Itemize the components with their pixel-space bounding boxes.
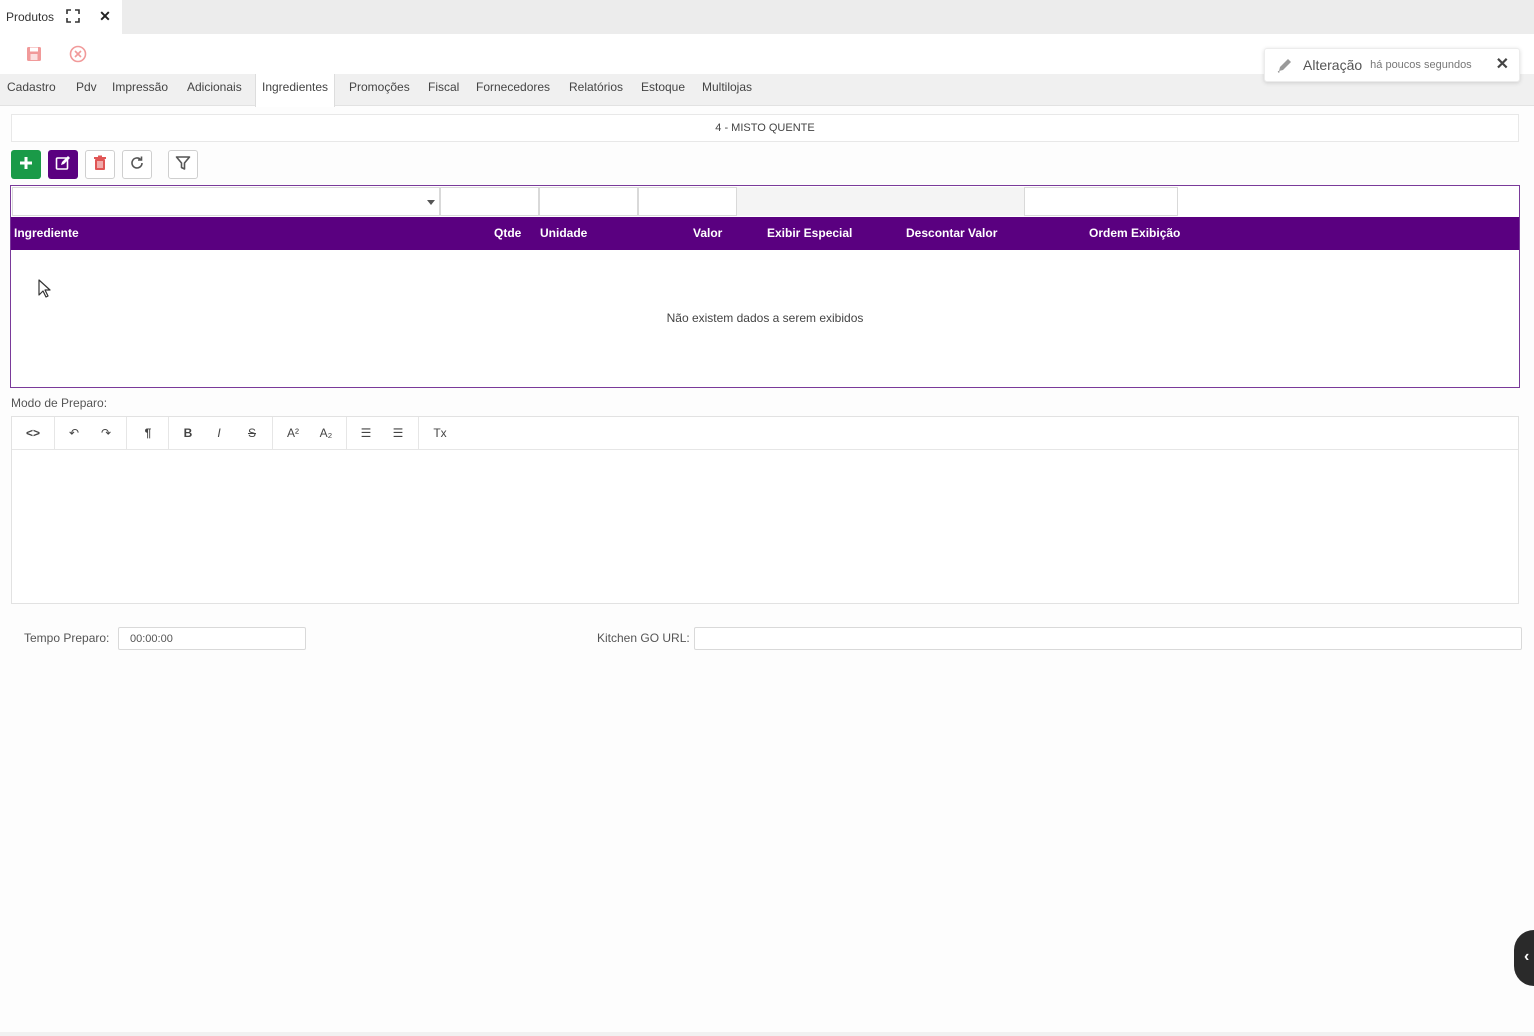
refresh-button[interactable] bbox=[122, 150, 152, 179]
filter-button[interactable] bbox=[168, 150, 198, 179]
superscript-icon[interactable]: A² bbox=[280, 417, 306, 450]
tab-fiscal[interactable]: Fiscal bbox=[422, 74, 465, 106]
window-tab-title: Produtos bbox=[6, 10, 55, 24]
tab-adicionais[interactable]: Adicionais bbox=[181, 74, 248, 106]
filter-qtde-input[interactable] bbox=[440, 187, 539, 216]
notification-time: há poucos segundos bbox=[1370, 59, 1472, 71]
col-header-ingrediente[interactable]: Ingrediente bbox=[14, 217, 79, 250]
filter-unidade-input[interactable] bbox=[539, 187, 638, 216]
col-header-descontar-valor[interactable]: Descontar Valor bbox=[906, 217, 997, 250]
mouse-cursor-icon bbox=[38, 279, 52, 299]
toolbar-divider bbox=[168, 417, 169, 450]
notification-title: Alteração bbox=[1303, 57, 1363, 73]
tab-pdv[interactable]: Pdv bbox=[70, 74, 103, 106]
trash-icon bbox=[93, 155, 107, 174]
tempo-preparo-input[interactable] bbox=[118, 627, 306, 650]
bullet-list-icon[interactable]: ☰ bbox=[354, 417, 378, 450]
tab-estoque[interactable]: Estoque bbox=[635, 74, 691, 106]
italic-icon[interactable]: I bbox=[208, 417, 230, 450]
col-header-unidade[interactable]: Unidade bbox=[540, 217, 587, 250]
subscript-icon[interactable]: A₂ bbox=[313, 417, 339, 450]
side-panel-toggle[interactable]: ‹ bbox=[1514, 930, 1534, 986]
toolbar-divider bbox=[54, 417, 55, 450]
kitchen-url-label: Kitchen GO URL: bbox=[597, 631, 690, 645]
kitchen-url-input[interactable] bbox=[694, 627, 1522, 650]
chevron-left-icon: ‹ bbox=[1524, 948, 1530, 965]
toolbar-divider bbox=[272, 417, 273, 450]
tab-fornecedores[interactable]: Fornecedores bbox=[470, 74, 556, 106]
prep-editor: <> ↶ ↷ ¶ B I S A² A₂ ☰ ☰ Tx bbox=[11, 416, 1519, 604]
product-title: 4 - MISTO QUENTE bbox=[11, 114, 1519, 142]
editor-toolbar: <> ↶ ↷ ¶ B I S A² A₂ ☰ ☰ Tx bbox=[12, 417, 1518, 450]
code-view-icon[interactable]: <> bbox=[20, 417, 46, 450]
tab-cadastro[interactable]: Cadastro bbox=[1, 74, 62, 106]
ingredients-grid: Ingrediente Qtde Unidade Valor Exibir Es… bbox=[10, 185, 1520, 388]
prep-text-area[interactable] bbox=[12, 451, 1518, 603]
save-icon[interactable] bbox=[24, 44, 44, 64]
edit-icon bbox=[55, 155, 71, 174]
chevron-down-icon[interactable] bbox=[427, 200, 435, 205]
add-button[interactable] bbox=[11, 150, 41, 179]
col-header-qtde[interactable]: Qtde bbox=[494, 217, 521, 250]
plus-icon bbox=[18, 155, 34, 174]
toolbar-divider bbox=[126, 417, 127, 450]
filter-ingrediente-select[interactable] bbox=[12, 187, 440, 216]
grid-filter-row bbox=[11, 186, 1519, 217]
filter-icon bbox=[175, 155, 191, 174]
tab-ingredientes[interactable]: Ingredientes bbox=[255, 74, 336, 107]
clear-format-icon[interactable]: Tx bbox=[428, 417, 452, 450]
edit-button[interactable] bbox=[48, 150, 78, 179]
prep-label: Modo de Preparo: bbox=[11, 396, 108, 410]
redo-icon[interactable]: ↷ bbox=[94, 417, 118, 450]
grid-header: Ingrediente Qtde Unidade Valor Exibir Es… bbox=[11, 217, 1519, 250]
refresh-icon bbox=[129, 155, 145, 174]
col-header-valor[interactable]: Valor bbox=[693, 217, 722, 250]
ordered-list-icon[interactable]: ☰ bbox=[386, 417, 410, 450]
close-icon[interactable]: ✕ bbox=[98, 9, 112, 23]
bold-icon[interactable]: B bbox=[177, 417, 199, 450]
delete-button[interactable] bbox=[85, 150, 115, 179]
window-tab-produtos[interactable]: Produtos ✕ bbox=[0, 0, 122, 34]
toolbar-divider bbox=[418, 417, 419, 450]
paragraph-format-icon[interactable]: ¶ bbox=[136, 417, 160, 450]
filter-valor-input[interactable] bbox=[638, 187, 737, 216]
toolbar-divider bbox=[346, 417, 347, 450]
pencil-icon bbox=[1275, 55, 1295, 75]
tab-impressao[interactable]: Impressão bbox=[106, 74, 174, 106]
notification-close-icon[interactable]: ✕ bbox=[1496, 57, 1509, 73]
col-header-ordem-exibicao[interactable]: Ordem Exibição bbox=[1089, 217, 1180, 250]
change-notification: Alteração há poucos segundos ✕ bbox=[1264, 48, 1520, 82]
tab-relatorios[interactable]: Relatórios bbox=[563, 74, 629, 106]
strikethrough-icon[interactable]: S bbox=[241, 417, 263, 450]
tempo-preparo-label: Tempo Preparo: bbox=[24, 631, 110, 645]
expand-icon[interactable] bbox=[66, 9, 80, 23]
filter-ordem-input[interactable] bbox=[1024, 187, 1178, 216]
bottom-border bbox=[0, 1032, 1534, 1036]
grid-empty-message: Não existem dados a serem exibidos bbox=[666, 311, 864, 325]
cancel-circle-icon[interactable] bbox=[68, 44, 88, 64]
window-tab-strip: Produtos ✕ bbox=[0, 0, 1534, 34]
col-header-exibir-especial[interactable]: Exibir Especial bbox=[767, 217, 852, 250]
tab-multilojas[interactable]: Multilojas bbox=[696, 74, 758, 106]
tab-promocoes[interactable]: Promoções bbox=[343, 74, 416, 106]
undo-icon[interactable]: ↶ bbox=[62, 417, 86, 450]
filter-flags-cell bbox=[737, 187, 1024, 216]
